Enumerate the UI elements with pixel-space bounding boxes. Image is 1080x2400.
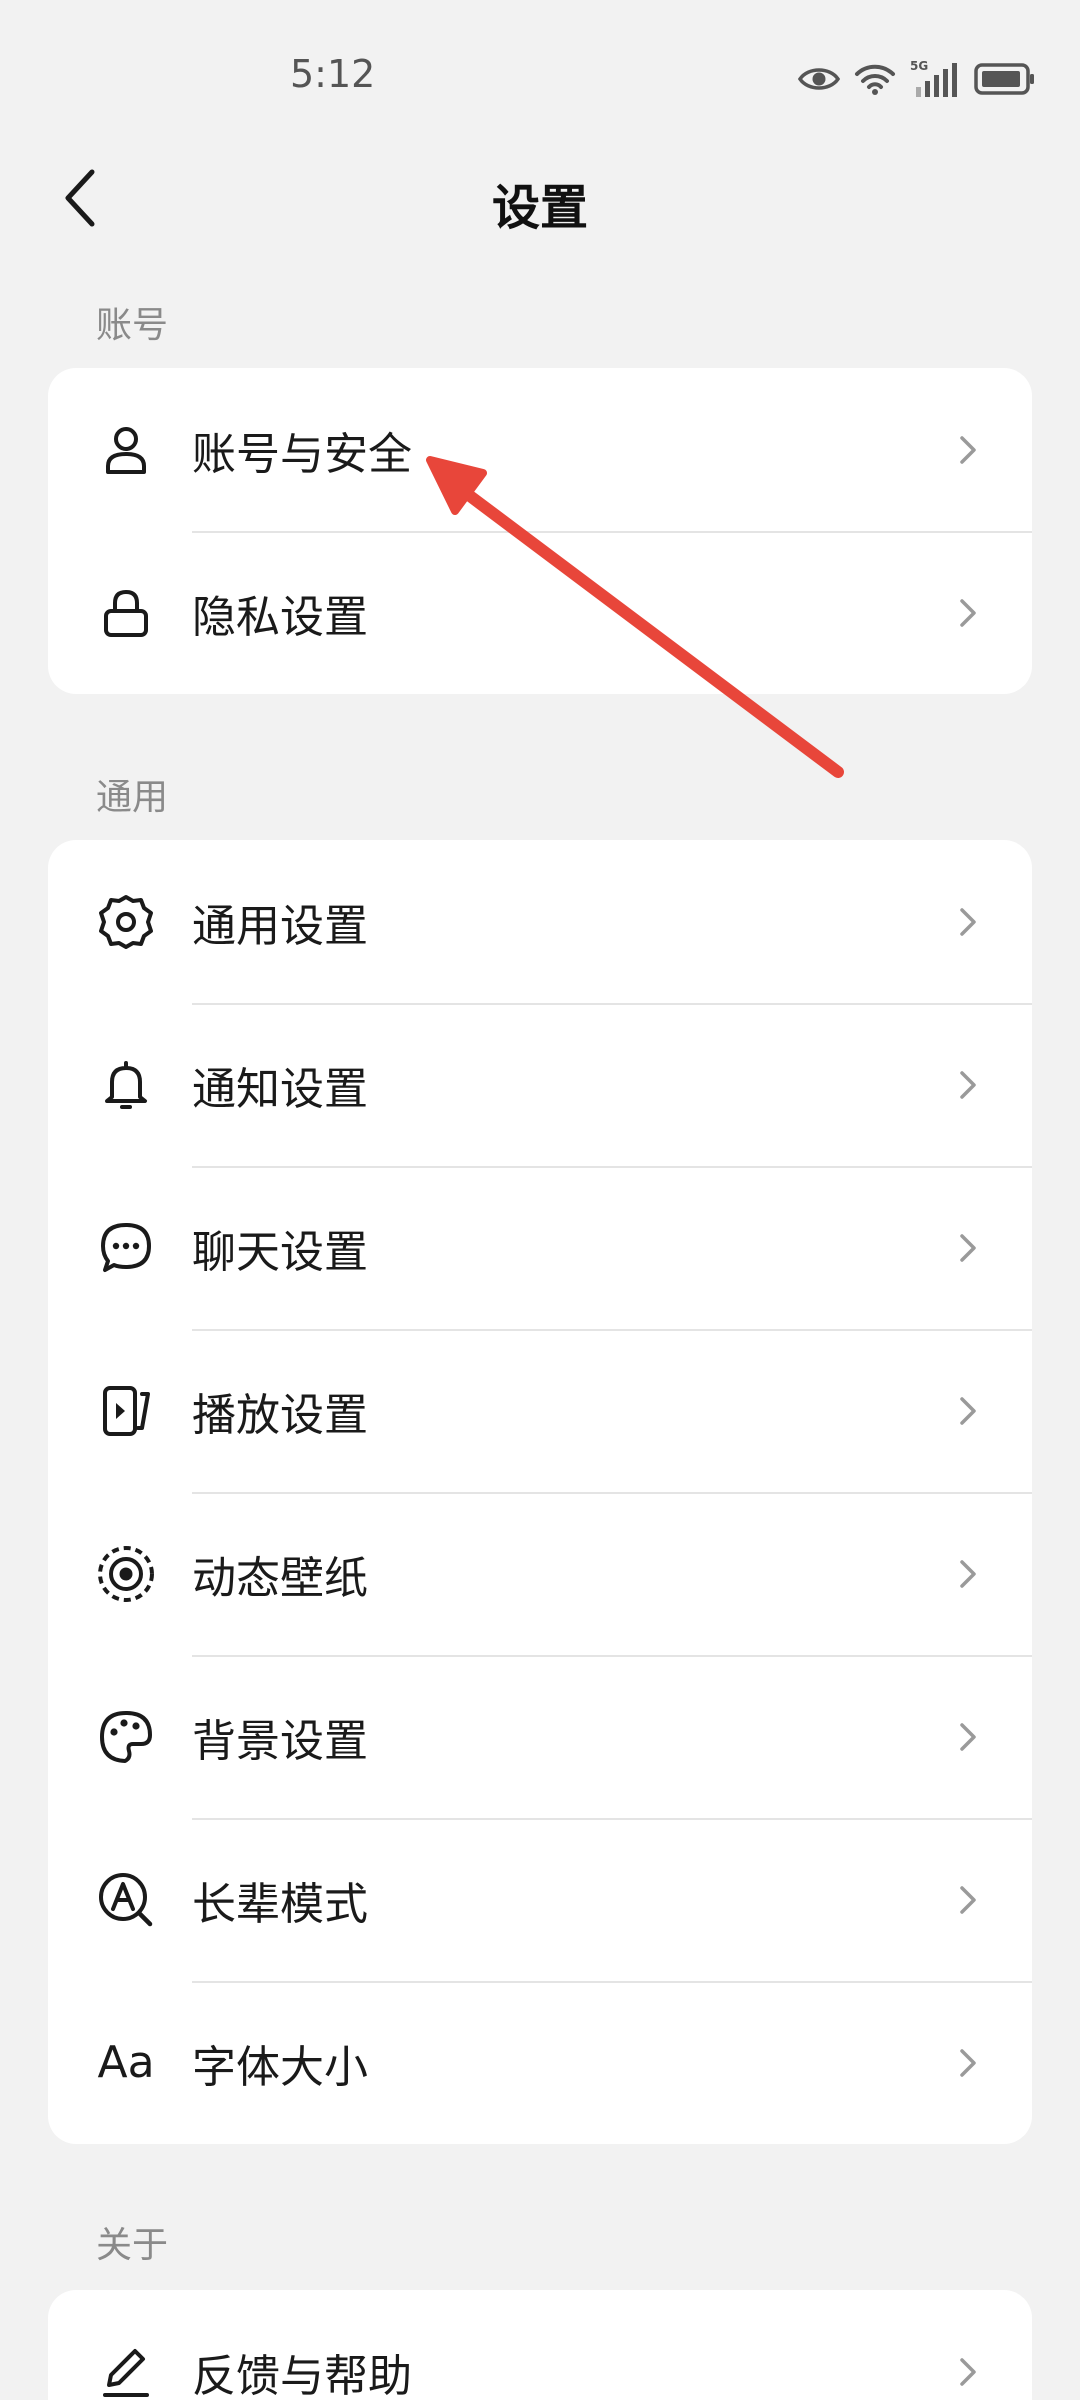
account-card: 账号与安全 隐私设置 <box>48 368 1032 694</box>
row-label: 字体大小 <box>192 2041 368 2093</box>
chevron-right-icon <box>960 907 976 936</box>
chevron-right-icon <box>960 2357 976 2386</box>
bell-icon <box>96 1055 156 1115</box>
lock-icon <box>96 583 156 643</box>
settings-row-chat[interactable]: 聊天设置 <box>48 1166 1032 1329</box>
gear-icon <box>96 892 156 952</box>
chevron-right-icon <box>960 1722 976 1751</box>
chevron-right-icon <box>960 598 976 627</box>
elder-mode-icon <box>96 1870 156 1930</box>
chevron-right-icon <box>960 435 976 464</box>
settings-row-font-size[interactable]: Aa 字体大小 <box>48 1981 1032 2144</box>
settings-row-live-wallpaper[interactable]: 动态壁纸 <box>48 1492 1032 1655</box>
row-label: 通知设置 <box>192 1063 368 1115</box>
row-label: 隐私设置 <box>192 591 368 643</box>
status-icons: 5G <box>798 54 1036 104</box>
eye-icon <box>798 64 840 94</box>
status-bar: 5:12 5G <box>0 0 1080 150</box>
row-label: 聊天设置 <box>192 1226 368 1278</box>
section-label-account: 账号 <box>96 305 169 346</box>
person-icon <box>96 420 156 480</box>
font-size-icon-text: Aa <box>97 2036 155 2088</box>
row-label: 播放设置 <box>192 1389 368 1441</box>
chevron-right-icon <box>960 1070 976 1099</box>
settings-screen: 5:12 5G 设置 账号 账号与安全 隐私设置 通用 通用设置 通知设置 聊天… <box>0 0 1080 2400</box>
play-screen-icon <box>96 1381 156 1441</box>
settings-row-feedback[interactable]: 反馈与帮助 <box>48 2290 1032 2400</box>
settings-row-background[interactable]: 背景设置 <box>48 1655 1032 1818</box>
chevron-right-icon <box>960 2048 976 2077</box>
status-time: 5:12 <box>290 52 376 96</box>
live-wallpaper-icon <box>96 1544 156 1604</box>
settings-row-account-security[interactable]: 账号与安全 <box>48 368 1032 531</box>
pencil-icon <box>96 2342 156 2400</box>
chevron-right-icon <box>960 1396 976 1425</box>
settings-row-elder-mode[interactable]: 长辈模式 <box>48 1818 1032 1981</box>
palette-icon <box>96 1707 156 1767</box>
row-label: 长辈模式 <box>192 1878 368 1930</box>
chevron-right-icon <box>960 1233 976 1262</box>
chat-bubble-icon <box>96 1218 156 1278</box>
wifi-icon <box>854 62 896 96</box>
settings-row-playback[interactable]: 播放设置 <box>48 1329 1032 1492</box>
settings-row-general[interactable]: 通用设置 <box>48 840 1032 1003</box>
chevron-right-icon <box>960 1559 976 1588</box>
row-label: 背景设置 <box>192 1715 368 1767</box>
battery-icon <box>974 63 1036 95</box>
page-title: 设置 <box>491 180 588 236</box>
row-label: 账号与安全 <box>192 428 412 480</box>
font-size-icon: Aa <box>96 2033 156 2093</box>
row-label: 反馈与帮助 <box>192 2350 412 2400</box>
row-label: 通用设置 <box>192 900 368 952</box>
settings-row-privacy[interactable]: 隐私设置 <box>48 531 1032 694</box>
settings-row-notifications[interactable]: 通知设置 <box>48 1003 1032 1166</box>
chevron-right-icon <box>960 1885 976 1914</box>
network-type-label: 5G <box>910 59 928 73</box>
section-label-about: 关于 <box>96 2225 169 2266</box>
about-card: 反馈与帮助 <box>48 2290 1032 2400</box>
general-card: 通用设置 通知设置 聊天设置 播放设置 动态壁纸 背景设置 长辈模式 Aa 字体… <box>48 840 1032 2144</box>
nav-bar: 设置 <box>0 150 1080 250</box>
section-label-general: 通用 <box>96 777 169 818</box>
row-label: 动态壁纸 <box>192 1552 368 1604</box>
signal-icon: 5G <box>910 59 960 99</box>
